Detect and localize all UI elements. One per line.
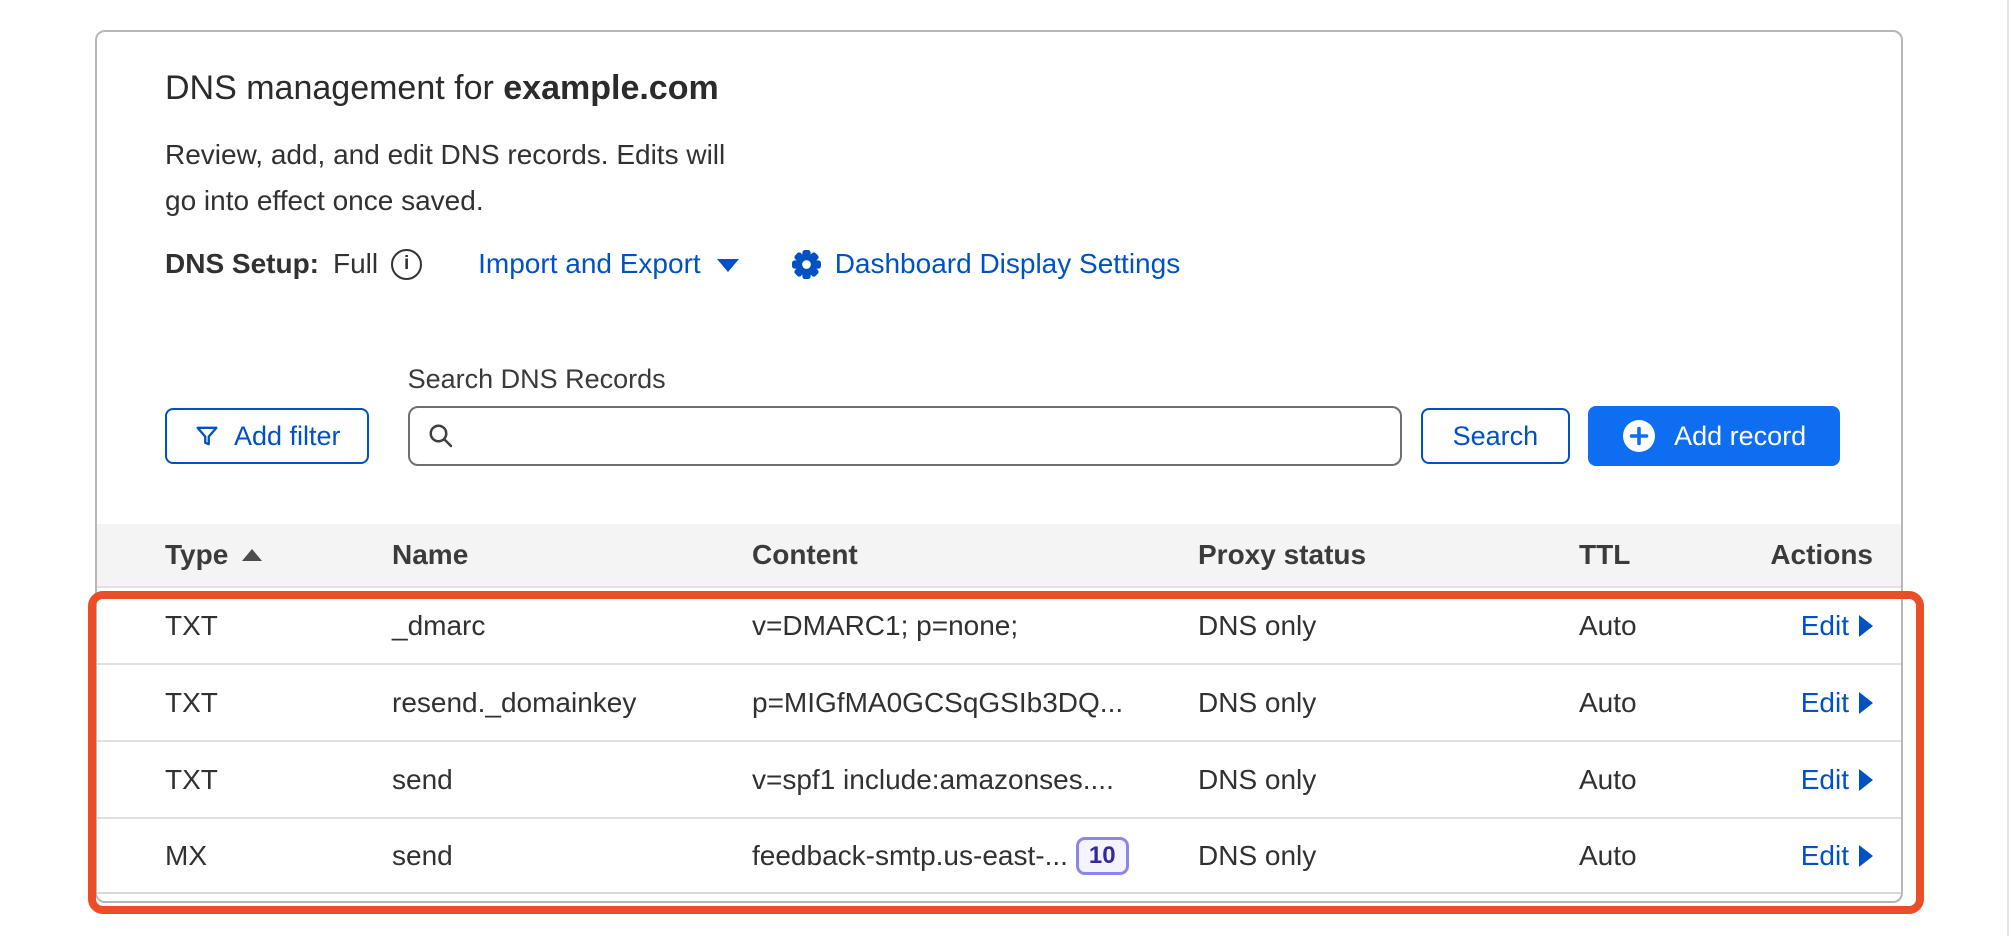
cell-proxy-status: DNS only <box>1198 610 1579 642</box>
dns-management-card: DNS management for example.com Review, a… <box>95 30 1903 903</box>
chevron-down-icon <box>717 259 739 272</box>
cell-type: TXT <box>165 687 392 719</box>
cell-content: v=DMARC1; p=none; <box>752 610 1198 642</box>
table-row: TXT _dmarc v=DMARC1; p=none; DNS only Au… <box>97 586 1901 663</box>
edit-record-button[interactable]: Edit <box>1801 610 1873 642</box>
search-input[interactable] <box>408 406 1402 466</box>
cell-name: send <box>392 840 752 872</box>
cell-proxy-status: DNS only <box>1198 840 1579 872</box>
dns-setup-value: Full <box>333 248 378 280</box>
search-button[interactable]: Search <box>1421 408 1571 464</box>
cell-ttl: Auto <box>1579 840 1801 872</box>
column-header-type[interactable]: Type <box>165 539 392 571</box>
domain-name: example.com <box>503 69 718 107</box>
column-header-proxy-status: Proxy status <box>1198 539 1579 571</box>
chevron-right-icon <box>1859 615 1873 637</box>
import-export-link[interactable]: Import and Export <box>478 248 739 280</box>
dns-setup-label: DNS Setup: <box>165 248 319 280</box>
cell-type: MX <box>165 840 392 872</box>
cell-proxy-status: DNS only <box>1198 764 1579 796</box>
dns-records-table: Type Name Content Proxy status TTL Actio… <box>97 524 1901 894</box>
cell-content: v=spf1 include:amazonses.... <box>752 764 1198 796</box>
table-header-row: Type Name Content Proxy status TTL Actio… <box>97 524 1901 586</box>
dashboard-display-settings-link[interactable]: Dashboard Display Settings <box>791 248 1181 280</box>
column-header-actions: Actions <box>1770 539 1873 571</box>
edit-record-button[interactable]: Edit <box>1801 840 1873 872</box>
gear-icon <box>791 249 822 280</box>
plus-icon <box>1622 419 1656 453</box>
funnel-icon <box>193 422 221 450</box>
page-subtitle: Review, add, and edit DNS records. Edits… <box>165 132 1901 224</box>
search-field-label: Search DNS Records <box>408 362 1402 396</box>
dns-records-toolbar: Add filter Search DNS Records Search Add… <box>165 362 1901 466</box>
search-icon <box>426 421 456 451</box>
edit-record-button[interactable]: Edit <box>1801 764 1873 796</box>
cell-proxy-status: DNS only <box>1198 687 1579 719</box>
column-header-ttl: TTL <box>1579 539 1770 571</box>
add-record-button[interactable]: Add record <box>1588 406 1840 466</box>
mx-priority-badge: 10 <box>1076 837 1129 875</box>
cell-ttl: Auto <box>1579 610 1801 642</box>
chevron-right-icon <box>1859 769 1873 791</box>
column-header-content: Content <box>752 539 1198 571</box>
cell-type: TXT <box>165 610 392 642</box>
cell-ttl: Auto <box>1579 764 1801 796</box>
table-row: TXT resend._domainkey p=MIGfMA0GCSqGSIb3… <box>97 663 1901 740</box>
info-icon[interactable]: i <box>391 249 422 280</box>
table-row: MX send feedback-smtp.us-east-...10 DNS … <box>97 817 1901 894</box>
cell-type: TXT <box>165 764 392 796</box>
page-title: DNS management for example.com <box>165 66 1901 110</box>
sort-ascending-icon <box>242 549 262 561</box>
cell-name: send <box>392 764 752 796</box>
cell-name: _dmarc <box>392 610 752 642</box>
cell-content: p=MIGfMA0GCSqGSIb3DQ... <box>752 687 1198 719</box>
cell-ttl: Auto <box>1579 687 1801 719</box>
add-filter-button[interactable]: Add filter <box>165 408 369 464</box>
table-row: TXT send v=spf1 include:amazonses.... DN… <box>97 740 1901 817</box>
page-scroll-edge <box>2007 0 2012 936</box>
search-input-wrap <box>408 406 1402 466</box>
search-group: Search DNS Records <box>408 362 1402 466</box>
chevron-right-icon <box>1859 845 1873 867</box>
dns-setup-row: DNS Setup: Full i Import and Export <box>165 244 1901 284</box>
column-header-name: Name <box>392 539 752 571</box>
edit-record-button[interactable]: Edit <box>1801 687 1873 719</box>
chevron-right-icon <box>1859 692 1873 714</box>
cell-content: feedback-smtp.us-east-...10 <box>752 837 1198 875</box>
cell-name: resend._domainkey <box>392 687 752 719</box>
page-title-prefix: DNS management for <box>165 69 503 107</box>
